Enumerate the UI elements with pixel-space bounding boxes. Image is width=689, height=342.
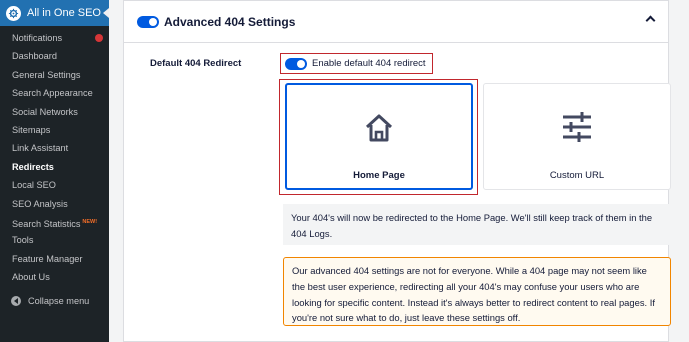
admin-sidebar: All in One SEO Notifications Dashboard G…	[0, 0, 109, 342]
option-custom-url[interactable]: Custom URL	[483, 83, 671, 190]
aioseo-logo-icon	[6, 5, 21, 21]
home-icon	[365, 114, 393, 142]
sidebar-item-general-settings[interactable]: General Settings	[0, 66, 109, 84]
option-home-label: Home Page	[353, 170, 405, 181]
sidebar-item-feature-manager[interactable]: Feature Manager	[0, 250, 109, 268]
sidebar-item-social-networks[interactable]: Social Networks	[0, 103, 109, 121]
sidebar-item-label: Search Appearance	[12, 88, 93, 99]
sidebar-item-label: Sitemaps	[12, 124, 51, 135]
redirect-info-notice: Your 404's will now be redirected to the…	[283, 204, 671, 245]
sidebar-item-label: Social Networks	[12, 106, 78, 117]
sidebar-item-sitemaps[interactable]: Sitemaps	[0, 121, 109, 139]
sidebar-item-redirects[interactable]: Redirects	[0, 158, 109, 176]
sidebar-item-local-seo[interactable]: Local SEO	[0, 176, 109, 194]
main-content: Advanced 404 Settings Default 404 Redire…	[109, 0, 689, 342]
collapse-menu-button[interactable]: Collapse menu	[11, 296, 89, 306]
advanced-404-toggle[interactable]	[137, 15, 159, 28]
warning-notice: Our advanced 404 settings are not for ev…	[283, 257, 671, 326]
sidebar-item-seo-analysis[interactable]: SEO Analysis	[0, 195, 109, 213]
sidebar-brand[interactable]: All in One SEO	[0, 0, 109, 26]
sidebar-item-search-appearance[interactable]: Search Appearance	[0, 84, 109, 102]
new-badge: NEW!	[82, 218, 98, 225]
sidebar-item-search-statistics[interactable]: Search Statistics NEW!	[0, 213, 109, 231]
sidebar-item-tools[interactable]: Tools	[0, 231, 109, 249]
sidebar-item-label: SEO Analysis	[12, 198, 68, 209]
enable-redirect-label: Enable default 404 redirect	[312, 58, 426, 69]
enable-redirect-row: Enable default 404 redirect	[280, 53, 433, 74]
sidebar-item-label: Tools	[12, 235, 34, 246]
chevron-up-icon[interactable]	[645, 15, 656, 26]
sidebar-brand-label: All in One SEO	[27, 7, 101, 19]
settings-card: Advanced 404 Settings Default 404 Redire…	[123, 0, 671, 342]
sidebar-item-link-assistant[interactable]: Link Assistant	[0, 139, 109, 157]
option-home-page[interactable]: Home Page	[285, 83, 473, 190]
sidebar-menu: Notifications Dashboard General Settings…	[0, 29, 109, 286]
sidebar-item-label: Redirects	[12, 161, 54, 172]
card-title: Advanced 404 Settings	[164, 14, 296, 29]
sidebar-item-label: Dashboard	[12, 51, 57, 62]
sliders-icon	[563, 112, 591, 142]
sidebar-item-about-us[interactable]: About Us	[0, 268, 109, 286]
sidebar-item-label: Notifications	[12, 33, 63, 43]
sidebar-item-label: Feature Manager	[12, 253, 83, 264]
sidebar-item-label: General Settings	[12, 69, 81, 80]
sidebar-item-label: Search Statistics	[12, 218, 81, 229]
collapse-arrow-icon	[11, 296, 21, 306]
sidebar-item-label: Local SEO	[12, 180, 56, 191]
collapse-menu-label: Collapse menu	[28, 296, 90, 306]
sidebar-item-notifications[interactable]: Notifications	[0, 29, 109, 47]
enable-redirect-toggle[interactable]	[285, 57, 307, 70]
notification-dot-icon	[95, 34, 103, 42]
setting-label: Default 404 Redirect	[150, 58, 242, 69]
card-header[interactable]: Advanced 404 Settings	[124, 1, 668, 43]
sidebar-item-label: About Us	[12, 272, 50, 283]
option-custom-label: Custom URL	[549, 170, 605, 181]
sidebar-item-dashboard[interactable]: Dashboard	[0, 47, 109, 65]
sidebar-item-label: Link Assistant	[12, 143, 69, 154]
